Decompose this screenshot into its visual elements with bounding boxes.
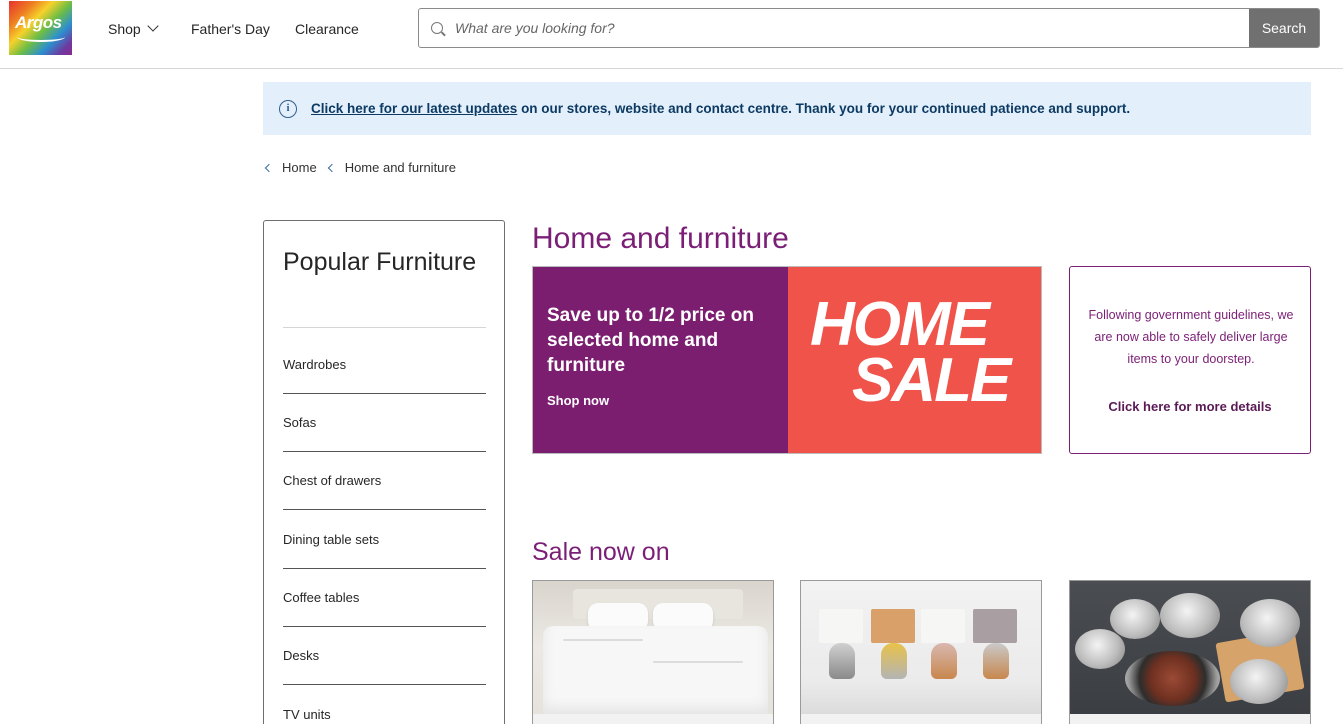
nav-clearance[interactable]: Clearance xyxy=(295,0,359,57)
sidebar-title: Popular Furniture xyxy=(283,248,477,276)
breadcrumb: Home Home and furniture xyxy=(264,160,468,175)
search-bar: Search xyxy=(418,8,1320,48)
card-footer xyxy=(533,714,773,724)
sidebar-item-label: Sofas xyxy=(283,415,317,430)
search-icon xyxy=(431,22,443,34)
sidebar-item-label: Dining table sets xyxy=(283,532,380,547)
sidebar-item-label: Desks xyxy=(283,648,320,663)
sale-card-pans[interactable] xyxy=(1069,580,1311,724)
sale-card-lamps[interactable] xyxy=(800,580,1042,724)
sidebar-item-wardrobes[interactable]: Wardrobes xyxy=(283,336,486,394)
sale-card-bedding[interactable] xyxy=(532,580,774,724)
nav-fathers-day[interactable]: Father's Day xyxy=(191,0,270,57)
breadcrumb-home[interactable]: Home xyxy=(264,160,317,175)
pans-image xyxy=(1070,581,1310,714)
latest-updates-link[interactable]: Click here for our latest updates xyxy=(311,101,517,116)
sale-section-title: Sale now on xyxy=(532,538,670,566)
sidebar-item-coffee-tables[interactable]: Coffee tables xyxy=(283,569,486,627)
sidebar-item-label: Coffee tables xyxy=(283,590,360,605)
popular-furniture-panel: Popular Furniture Wardrobes Sofas Chest … xyxy=(263,220,505,724)
argos-logo[interactable]: Argos xyxy=(9,1,72,55)
banner-rest-text: on our stores, website and contact centr… xyxy=(517,101,1131,116)
chevron-left-icon xyxy=(264,163,274,172)
lamps-image xyxy=(801,581,1041,714)
info-icon: i xyxy=(279,100,297,118)
sidebar-item-sofas[interactable]: Sofas xyxy=(283,394,486,452)
nav-shop-label: Shop xyxy=(108,20,141,37)
banner-text: Click here for our latest updates on our… xyxy=(311,101,1130,116)
site-header: Argos Shop Father's Day Clearance Search xyxy=(0,0,1343,69)
sidebar-item-tv-units[interactable]: TV units xyxy=(283,686,486,724)
chevron-down-icon xyxy=(147,20,159,32)
bedding-image xyxy=(533,581,773,714)
delivery-notice: Following government guidelines, we are … xyxy=(1069,266,1311,454)
promo-headline: Save up to 1/2 price on selected home an… xyxy=(547,305,754,376)
breadcrumb-home-label: Home xyxy=(282,160,317,175)
card-footer xyxy=(801,714,1041,724)
nav-clearance-label: Clearance xyxy=(295,20,359,37)
more-details-link[interactable]: Click here for more details xyxy=(1070,399,1310,414)
nav-shop[interactable]: Shop xyxy=(108,0,159,57)
nav-fathers-day-label: Father's Day xyxy=(191,20,270,37)
search-input[interactable] xyxy=(455,9,1245,47)
info-banner: i Click here for our latest updates on o… xyxy=(263,82,1311,135)
chevron-left-icon xyxy=(327,163,336,172)
sidebar-item-label: TV units xyxy=(283,707,331,722)
sidebar-item-chest-of-drawers[interactable]: Chest of drawers xyxy=(283,452,486,510)
sidebar-item-label: Chest of drawers xyxy=(283,473,382,488)
divider xyxy=(283,327,486,328)
search-button[interactable]: Search xyxy=(1249,9,1319,47)
logo-text: Argos xyxy=(15,13,62,32)
sidebar-item-dining-table-sets[interactable]: Dining table sets xyxy=(283,511,486,569)
breadcrumb-current-label: Home and furniture xyxy=(344,160,456,175)
notice-text: Following government guidelines, we are … xyxy=(1088,308,1294,366)
promo-big-line2: SALE xyxy=(852,346,1011,415)
home-sale-promo[interactable]: Save up to 1/2 price on selected home an… xyxy=(532,266,1042,454)
shop-now-link[interactable]: Shop now xyxy=(547,393,609,408)
breadcrumb-home-and-furniture[interactable]: Home and furniture xyxy=(327,160,456,175)
sidebar-item-label: Wardrobes xyxy=(283,357,347,372)
home-sale-graphic-text: HOME SALE xyxy=(810,294,1011,415)
sidebar-item-desks[interactable]: Desks xyxy=(283,627,486,685)
logo-swoosh-icon xyxy=(17,32,65,42)
promo-graphic: HOME SALE xyxy=(788,267,1041,453)
promo-text-panel: Save up to 1/2 price on selected home an… xyxy=(533,267,788,453)
card-footer xyxy=(1070,714,1310,724)
page-title: Home and furniture xyxy=(532,222,789,255)
